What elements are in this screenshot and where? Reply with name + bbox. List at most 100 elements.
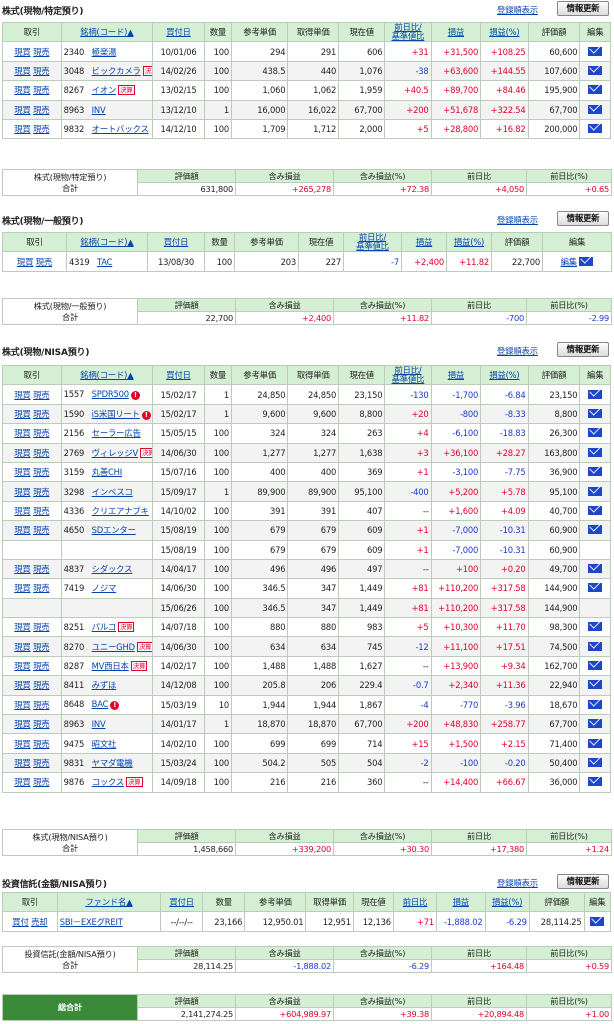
mail-icon[interactable] bbox=[588, 389, 603, 399]
sell-link[interactable]: 現売 bbox=[36, 257, 53, 267]
stock-name-link[interactable]: BAC bbox=[92, 699, 109, 709]
stock-name-link[interactable]: TAC bbox=[97, 257, 113, 267]
stock-name-link[interactable]: MV西日本 bbox=[92, 661, 129, 671]
column-header-label[interactable]: 損益 bbox=[448, 370, 465, 380]
stock-name-link[interactable]: 極楽湯 bbox=[92, 47, 117, 57]
mail-icon[interactable] bbox=[588, 447, 603, 457]
sell-link[interactable]: 現売 bbox=[33, 66, 50, 76]
mail-icon[interactable] bbox=[588, 525, 603, 535]
mail-icon[interactable] bbox=[588, 777, 603, 787]
buy-link[interactable]: 現買 bbox=[14, 700, 31, 710]
buy-link[interactable]: 現買 bbox=[14, 739, 31, 749]
mail-icon[interactable] bbox=[588, 104, 603, 114]
buy-link[interactable]: 現買 bbox=[14, 661, 31, 671]
sell-link[interactable]: 現売 bbox=[33, 700, 50, 710]
stock-name-link[interactable]: シダックス bbox=[92, 564, 133, 574]
buy-link[interactable]: 現買 bbox=[14, 719, 31, 729]
sell-link[interactable]: 現売 bbox=[33, 390, 50, 400]
stock-name-link[interactable]: セーラー広告 bbox=[92, 428, 141, 438]
column-header-label[interactable]: 買付日 bbox=[166, 370, 191, 380]
column-header-label[interactable]: 銘柄(コード)▲ bbox=[80, 237, 133, 247]
buy-link[interactable]: 現買 bbox=[14, 467, 31, 477]
sell-link[interactable]: 現売 bbox=[33, 467, 50, 477]
sort-order-link[interactable]: 登録順表示 bbox=[497, 4, 538, 16]
refresh-button[interactable]: 情報更新 bbox=[557, 211, 609, 226]
stock-name-link[interactable]: INV bbox=[92, 719, 106, 729]
stock-name-link[interactable]: iS米国リート bbox=[92, 409, 140, 419]
mail-icon[interactable] bbox=[588, 505, 603, 515]
stock-name-link[interactable]: インベスコ bbox=[92, 487, 133, 497]
header-line[interactable]: 基準値比 bbox=[392, 31, 425, 41]
stock-name-link[interactable]: INV bbox=[92, 105, 106, 115]
stock-name-link[interactable]: みずほ bbox=[92, 680, 117, 690]
stock-name-link[interactable]: オートバックス bbox=[92, 124, 149, 134]
mail-icon[interactable] bbox=[588, 699, 603, 709]
mail-icon[interactable] bbox=[588, 622, 603, 632]
stock-name-link[interactable]: ヴィレッジV bbox=[92, 448, 139, 458]
sort-order-link[interactable]: 登録順表示 bbox=[497, 877, 538, 889]
buy-link[interactable]: 現買 bbox=[14, 506, 31, 516]
mail-icon[interactable] bbox=[588, 661, 603, 671]
column-header-label[interactable]: 銘柄(コード)▲ bbox=[80, 27, 133, 37]
buy-link[interactable]: 現買 bbox=[14, 622, 31, 632]
buy-link[interactable]: 現買 bbox=[14, 758, 31, 768]
buy-link[interactable]: 現買 bbox=[14, 487, 31, 497]
sell-link[interactable]: 現売 bbox=[33, 47, 50, 57]
stock-name-link[interactable]: ビックカメラ bbox=[92, 66, 141, 76]
stock-name-link[interactable]: SDエンター bbox=[92, 525, 136, 535]
sell-link[interactable]: 現売 bbox=[33, 525, 50, 535]
column-header-label[interactable]: 損益(%) bbox=[489, 27, 519, 37]
column-header-label[interactable]: ファンド名▲ bbox=[85, 897, 132, 907]
mail-icon[interactable] bbox=[588, 124, 603, 134]
sell-link[interactable]: 現売 bbox=[33, 642, 50, 652]
refresh-button[interactable]: 情報更新 bbox=[557, 342, 609, 357]
buy-link[interactable]: 現買 bbox=[14, 124, 31, 134]
sell-link[interactable]: 現売 bbox=[33, 506, 50, 516]
column-header-label[interactable]: 前日比/基準値比 bbox=[392, 24, 425, 41]
column-header-label[interactable]: 損益(%) bbox=[454, 237, 484, 247]
buy-link[interactable]: 現買 bbox=[14, 642, 31, 652]
mail-icon[interactable] bbox=[588, 680, 603, 690]
header-line[interactable]: 基準値比 bbox=[392, 374, 425, 384]
column-header-label[interactable]: 損益 bbox=[416, 237, 433, 247]
mail-icon[interactable] bbox=[588, 719, 603, 729]
mail-icon[interactable] bbox=[588, 641, 603, 651]
mail-icon[interactable] bbox=[588, 65, 603, 75]
column-header-label[interactable]: 損益(%) bbox=[492, 897, 522, 907]
refresh-button[interactable]: 情報更新 bbox=[557, 874, 609, 889]
warning-icon[interactable]: ! bbox=[110, 701, 120, 711]
sell-link[interactable]: 現売 bbox=[33, 564, 50, 574]
warning-icon[interactable]: ! bbox=[130, 391, 140, 401]
buy-link[interactable]: 現買 bbox=[17, 257, 34, 267]
mail-icon[interactable] bbox=[588, 408, 603, 418]
column-header-label[interactable]: 買付日 bbox=[166, 27, 191, 37]
mail-icon[interactable] bbox=[590, 916, 605, 926]
stock-name-link[interactable]: クリエアナブキ bbox=[92, 506, 149, 516]
sell-link[interactable]: 現売 bbox=[33, 428, 50, 438]
mail-icon[interactable] bbox=[579, 256, 594, 266]
refresh-button[interactable]: 情報更新 bbox=[557, 1, 609, 16]
buy-link[interactable]: 現買 bbox=[14, 525, 31, 535]
stock-name-link[interactable]: ノジマ bbox=[92, 583, 117, 593]
sell-link[interactable]: 現売 bbox=[33, 739, 50, 749]
mail-icon[interactable] bbox=[588, 428, 603, 438]
sell-link[interactable]: 現売 bbox=[33, 124, 50, 134]
stock-name-link[interactable]: 昭文社 bbox=[92, 739, 117, 749]
mail-icon[interactable] bbox=[588, 486, 603, 496]
sort-order-link[interactable]: 登録順表示 bbox=[497, 345, 538, 357]
mail-icon[interactable] bbox=[588, 738, 603, 748]
stock-name-link[interactable]: コックス bbox=[92, 777, 125, 787]
sell-link[interactable]: 現売 bbox=[33, 661, 50, 671]
sell-link[interactable]: 現売 bbox=[33, 448, 50, 458]
column-header-label[interactable]: 銘柄(コード)▲ bbox=[80, 370, 133, 380]
mail-icon[interactable] bbox=[588, 583, 603, 593]
mail-icon[interactable] bbox=[588, 758, 603, 767]
sell-link[interactable]: 現売 bbox=[33, 583, 50, 593]
sell-link[interactable]: 売却 bbox=[31, 917, 48, 927]
sell-link[interactable]: 現売 bbox=[33, 487, 50, 497]
stock-name-link[interactable]: 丸善CHI bbox=[92, 467, 123, 477]
buy-link[interactable]: 現買 bbox=[14, 409, 31, 419]
stock-name-link[interactable]: イオン bbox=[92, 85, 117, 95]
sell-link[interactable]: 現売 bbox=[33, 758, 50, 768]
buy-link[interactable]: 現買 bbox=[14, 680, 31, 690]
